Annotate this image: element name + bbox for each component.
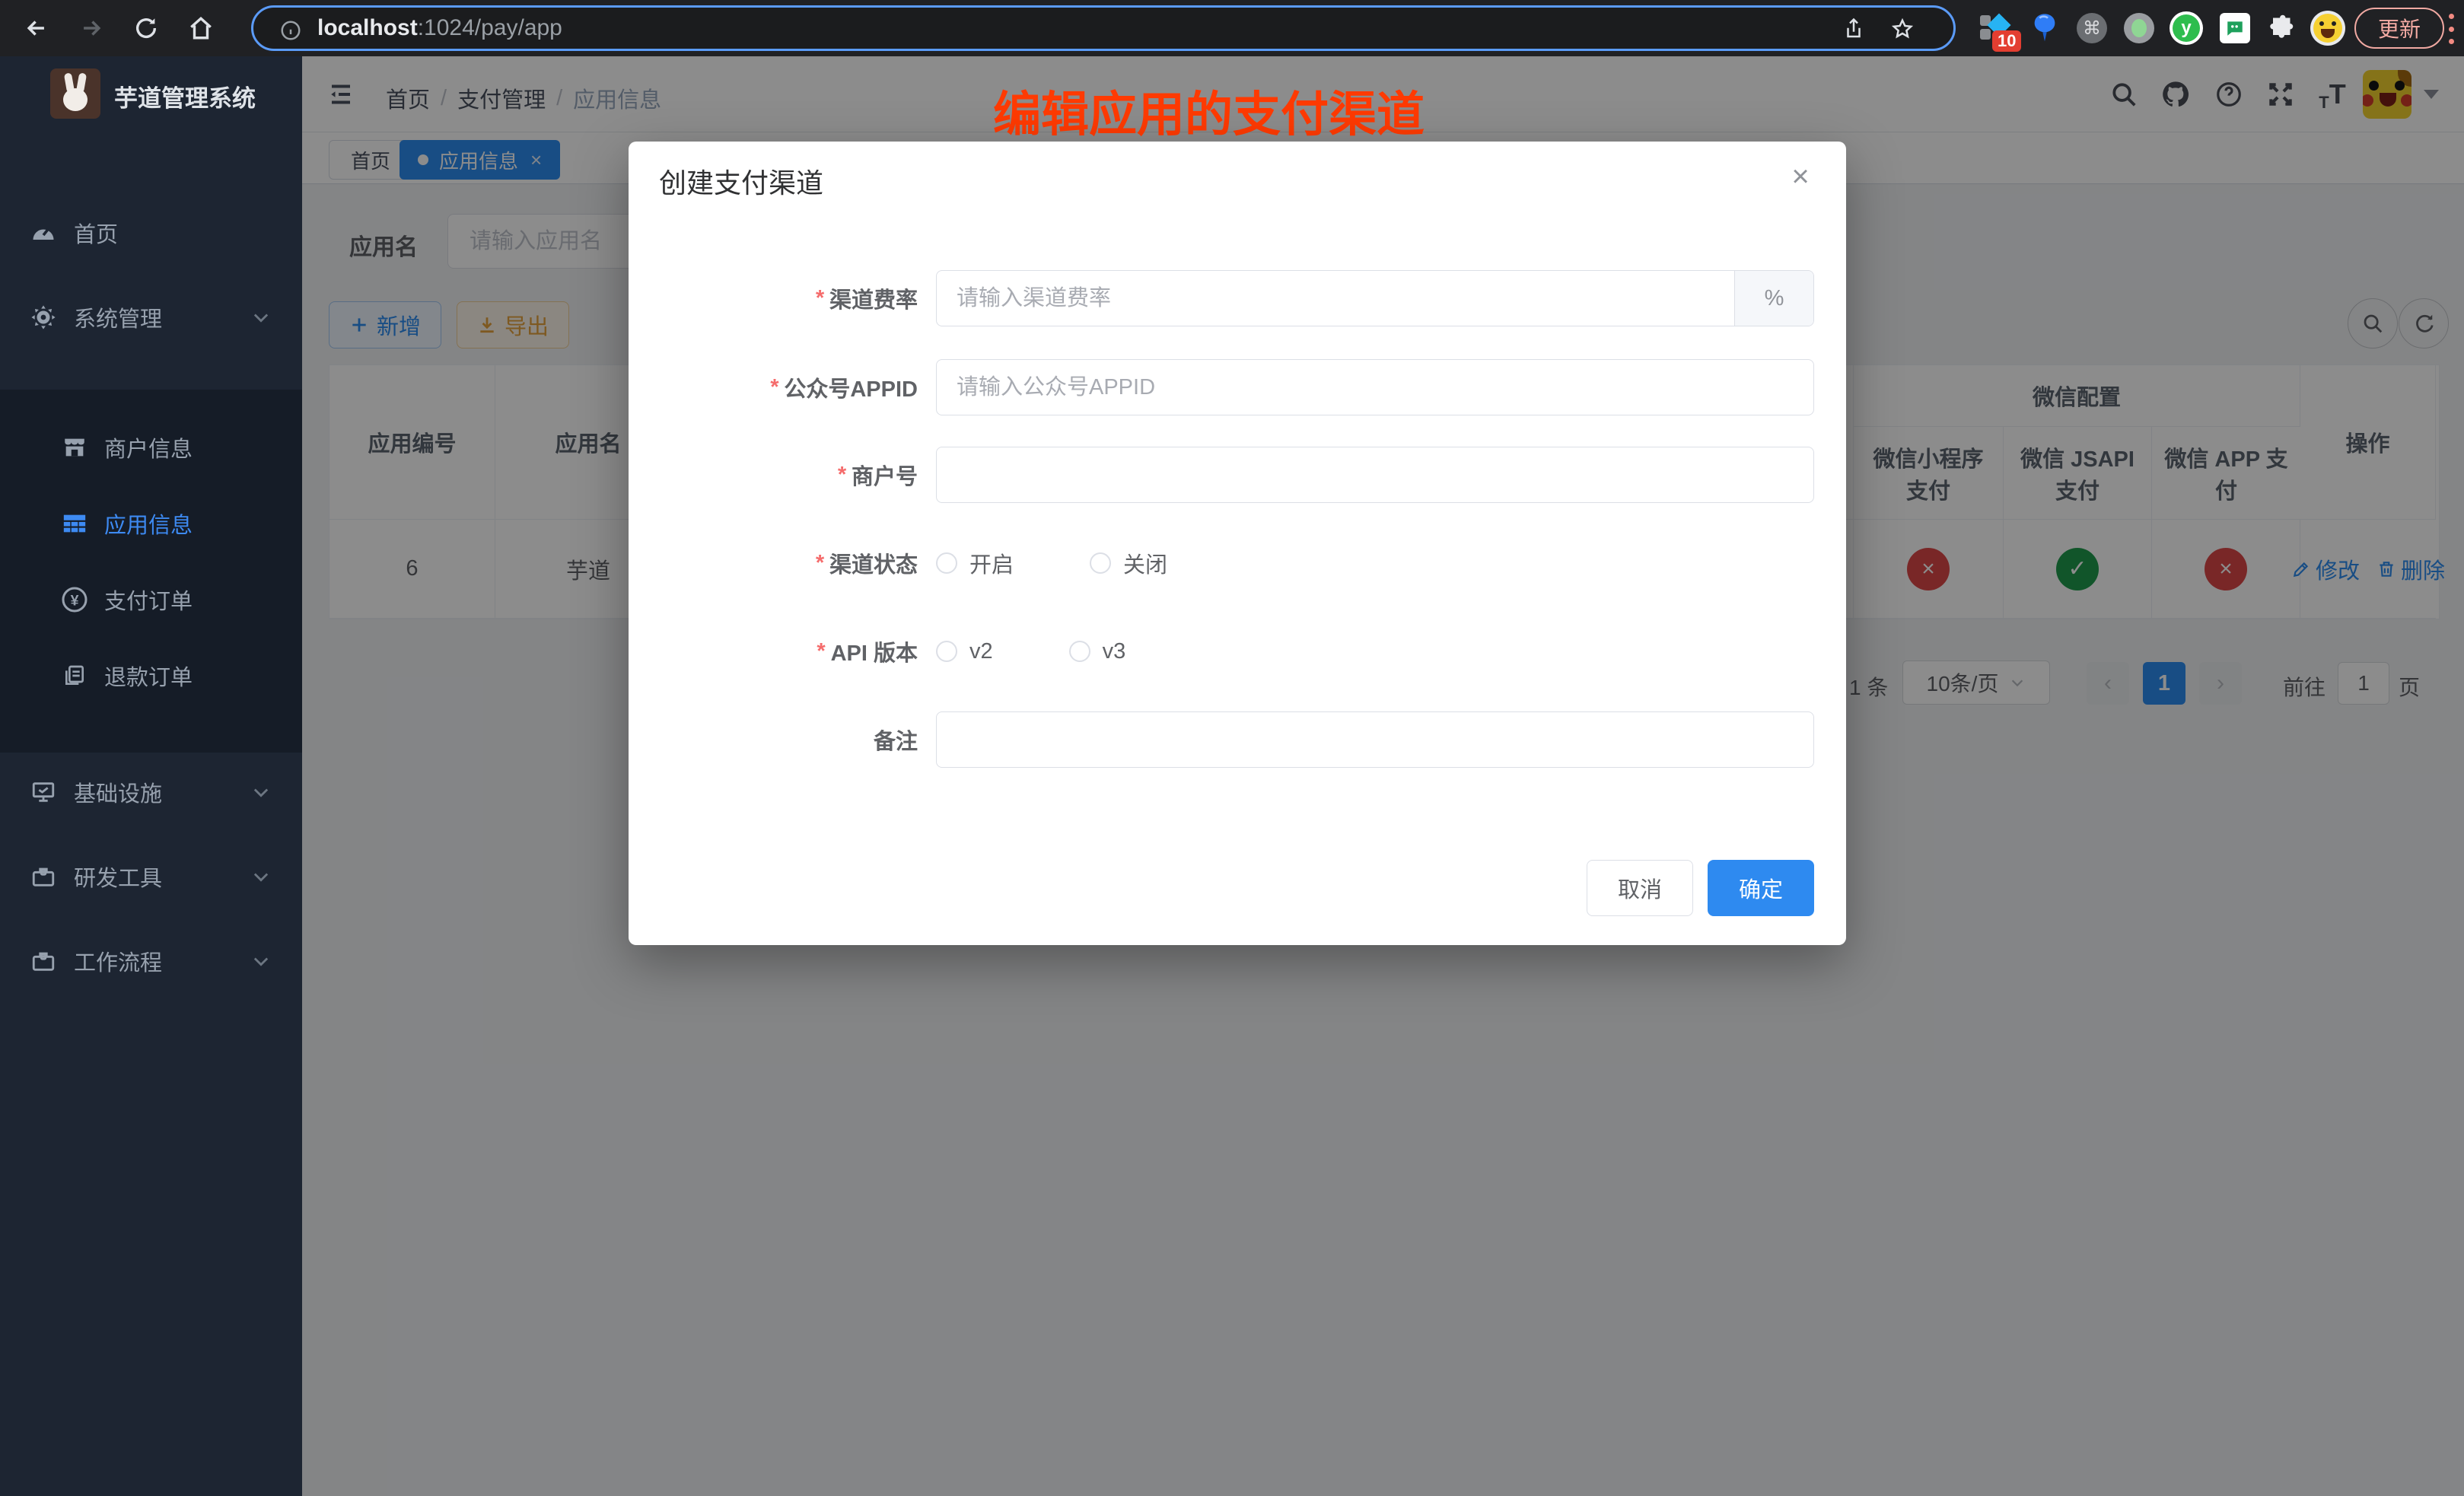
field-merchant: * 商户号: [629, 447, 1846, 503]
sidebar-item-infrastructure[interactable]: 基础设施: [0, 757, 302, 827]
extension-y-icon[interactable]: y: [2169, 11, 2204, 46]
browser-reload-icon[interactable]: [128, 10, 164, 46]
extension-command-icon[interactable]: ⌘: [2074, 11, 2109, 46]
chevron-down-icon: [250, 950, 272, 972]
document-copy-icon: [61, 662, 88, 689]
yen-circle-icon: ¥: [61, 586, 88, 613]
status-on-radio[interactable]: [936, 552, 957, 574]
sidebar-item-dev-tools[interactable]: 研发工具: [0, 842, 302, 912]
svg-text:¥: ¥: [71, 593, 79, 610]
extension-record-icon[interactable]: [2122, 11, 2157, 46]
sidebar-item-merchant-info[interactable]: 商户信息: [0, 411, 302, 484]
field-remark: 备注: [629, 711, 1846, 768]
status-off-label[interactable]: 关闭: [1123, 547, 1167, 579]
required-asterisk: *: [816, 639, 824, 664]
sidebar: 芋道管理系统 首页 系统管理 ¥ 支付管理 商户信息 应: [0, 56, 302, 1496]
sidebar-item-workflow[interactable]: 工作流程: [0, 926, 302, 996]
dialog-title: 创建支付渠道: [659, 161, 823, 201]
percent-suffix: %: [1734, 271, 1813, 326]
required-asterisk: *: [815, 286, 823, 311]
url-bar[interactable]: localhost :1024/pay/app: [251, 5, 1956, 51]
field-rate: * 渠道费率 %: [629, 270, 1846, 326]
extensions-puzzle-icon[interactable]: [2265, 11, 2300, 46]
status-off-radio[interactable]: [1090, 552, 1111, 574]
appid-input[interactable]: [936, 359, 1814, 415]
toolbox-icon: [29, 862, 58, 891]
profile-avatar-icon[interactable]: [2310, 11, 2345, 46]
sidebar-item-refund-order[interactable]: 退款订单: [0, 639, 302, 712]
extension-balloon-icon[interactable]: [2027, 11, 2062, 46]
field-status: * 渠道状态 开启 关闭: [629, 535, 1846, 591]
api-v2-label[interactable]: v2: [969, 639, 993, 664]
grid-icon: [61, 510, 88, 537]
chevron-down-icon: [250, 307, 272, 328]
sidebar-item-app-info[interactable]: 应用信息: [0, 487, 302, 560]
url-host: localhost: [317, 15, 418, 41]
merchant-input[interactable]: [936, 447, 1814, 503]
shop-icon: [61, 434, 88, 461]
chevron-down-icon: [250, 781, 272, 803]
cancel-button[interactable]: 取消: [1587, 860, 1693, 916]
sidebar-item-system[interactable]: 系统管理: [0, 282, 302, 352]
confirm-button[interactable]: 确定: [1708, 860, 1814, 916]
api-v3-radio[interactable]: [1069, 641, 1090, 662]
required-asterisk: *: [769, 375, 778, 400]
monitor-icon: [29, 778, 58, 807]
rate-input[interactable]: %: [936, 270, 1814, 326]
sidebar-submenu: 商户信息 应用信息 ¥ 支付订单 退款订单: [0, 390, 302, 753]
bookmark-star-icon[interactable]: [1891, 18, 1914, 40]
remark-input[interactable]: [936, 711, 1814, 768]
chevron-down-icon: [250, 866, 272, 887]
field-appid: * 公众号APPID: [629, 359, 1846, 415]
extension-chat-icon[interactable]: [2217, 11, 2252, 46]
gear-icon: [29, 303, 58, 332]
site-info-icon[interactable]: [279, 19, 302, 42]
browser-forward-icon[interactable]: [73, 10, 110, 46]
field-api-version: * API 版本 v2 v3: [629, 623, 1846, 680]
required-asterisk: *: [837, 463, 845, 488]
browser-chrome: localhost :1024/pay/app 10 ⌘ y: [0, 0, 2464, 56]
api-v2-radio[interactable]: [936, 641, 957, 662]
sidebar-item-pay-order[interactable]: ¥ 支付订单: [0, 563, 302, 636]
share-icon[interactable]: [1842, 18, 1865, 40]
url-path: :1024/pay/app: [418, 15, 562, 41]
sidebar-item-home[interactable]: 首页: [0, 198, 302, 268]
required-asterisk: *: [815, 551, 823, 576]
extension-notes-icon[interactable]: 10: [1979, 11, 2014, 46]
annotation-text: 编辑应用的支付渠道: [993, 76, 1425, 145]
status-on-label[interactable]: 开启: [969, 547, 1014, 579]
briefcase-icon: [29, 947, 58, 976]
browser-menu-icon[interactable]: [2449, 14, 2455, 44]
browser-back-icon[interactable]: [18, 10, 55, 46]
extension-badge: 10: [1992, 30, 2021, 52]
dialog-close-icon[interactable]: ×: [1784, 160, 1817, 193]
api-v3-label[interactable]: v3: [1103, 639, 1126, 664]
browser-update-button[interactable]: 更新: [2354, 8, 2444, 49]
app-logo: [50, 68, 100, 119]
dashboard-icon: [29, 218, 58, 247]
browser-home-icon[interactable]: [183, 10, 219, 46]
create-channel-dialog: 创建支付渠道 × * 渠道费率 % * 公众号APPID * 商户号 * 渠道状…: [629, 142, 1846, 945]
app-title: 芋道管理系统: [114, 79, 256, 113]
